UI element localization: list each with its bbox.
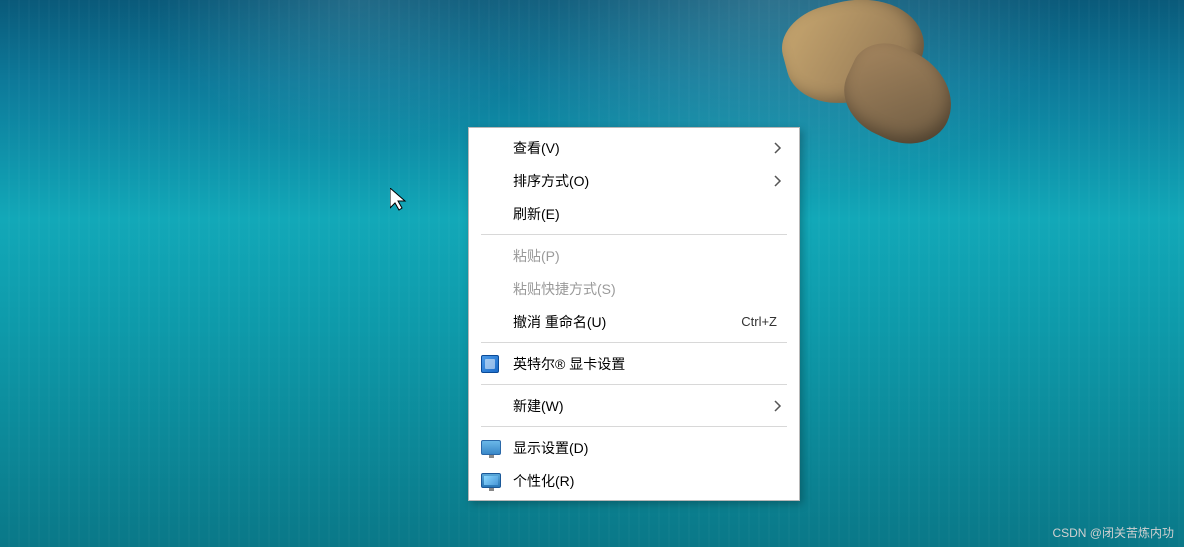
menu-intel-label: 英特尔® 显卡设置: [511, 354, 787, 374]
cursor-icon: [390, 188, 408, 212]
menu-separator: [481, 342, 787, 343]
menu-new-label: 新建(W): [511, 396, 769, 416]
menu-paste-shortcut: 粘贴快捷方式(S): [469, 272, 799, 305]
menu-refresh[interactable]: 刷新(E): [469, 197, 799, 230]
spacer-icon: [481, 138, 511, 158]
spacer-icon: [481, 312, 511, 332]
menu-separator: [481, 234, 787, 235]
wallpaper-fin-decoration: [784, 0, 984, 180]
menu-display-settings[interactable]: 显示设置(D): [469, 431, 799, 464]
menu-personalize-label: 个性化(R): [511, 471, 787, 491]
spacer-icon: [481, 279, 511, 299]
menu-sort[interactable]: 排序方式(O): [469, 164, 799, 197]
menu-sort-label: 排序方式(O): [511, 171, 769, 191]
desktop-context-menu: 查看(V) 排序方式(O) 刷新(E) 粘贴(P) 粘贴快捷方式(S): [468, 127, 800, 501]
menu-separator: [481, 384, 787, 385]
display-icon: [481, 438, 511, 458]
chevron-right-icon: [769, 175, 787, 187]
menu-personalize[interactable]: 个性化(R): [469, 464, 799, 497]
menu-paste-label: 粘贴(P): [511, 246, 787, 266]
spacer-icon: [481, 171, 511, 191]
spacer-icon: [481, 204, 511, 224]
watermark-text: CSDN @闭关苦炼内功: [1052, 524, 1174, 541]
menu-undo-label: 撤消 重命名(U): [511, 312, 741, 332]
personalize-icon: [481, 471, 511, 491]
intel-icon: [481, 354, 511, 374]
menu-paste-shortcut-label: 粘贴快捷方式(S): [511, 279, 787, 299]
menu-undo-shortcut: Ctrl+Z: [741, 314, 787, 329]
spacer-icon: [481, 246, 511, 266]
desktop-wallpaper[interactable]: 查看(V) 排序方式(O) 刷新(E) 粘贴(P) 粘贴快捷方式(S): [0, 0, 1184, 547]
menu-separator: [481, 426, 787, 427]
menu-display-label: 显示设置(D): [511, 438, 787, 458]
menu-intel-graphics[interactable]: 英特尔® 显卡设置: [469, 347, 799, 380]
menu-view[interactable]: 查看(V): [469, 131, 799, 164]
menu-paste: 粘贴(P): [469, 239, 799, 272]
menu-view-label: 查看(V): [511, 138, 769, 158]
menu-undo-rename[interactable]: 撤消 重命名(U) Ctrl+Z: [469, 305, 799, 338]
menu-refresh-label: 刷新(E): [511, 204, 787, 224]
spacer-icon: [481, 396, 511, 416]
chevron-right-icon: [769, 142, 787, 154]
menu-new[interactable]: 新建(W): [469, 389, 799, 422]
chevron-right-icon: [769, 400, 787, 412]
